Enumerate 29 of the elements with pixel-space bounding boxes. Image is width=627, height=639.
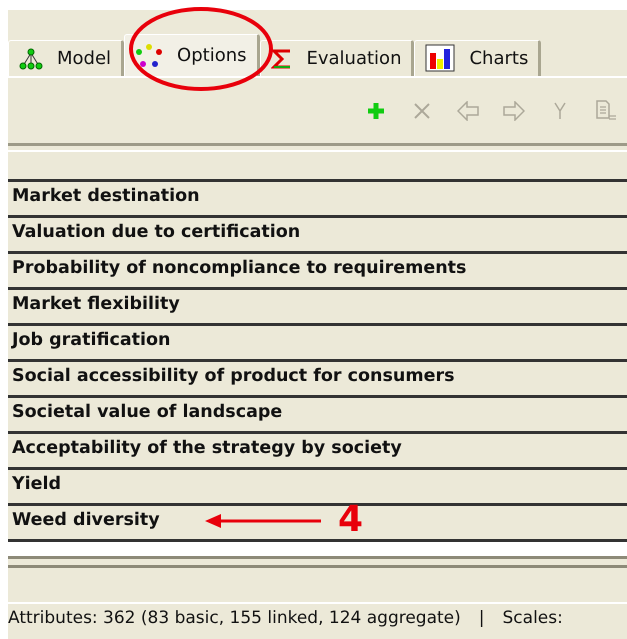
tab[interactable]: Charts (414, 40, 542, 76)
annotation-number: 4 (338, 502, 364, 538)
attribute-label[interactable]: Market flexibility (12, 294, 180, 314)
plus-icon (367, 102, 385, 120)
left-arrow-icon (457, 100, 479, 120)
document-icon (595, 100, 617, 122)
attribute-label[interactable]: Market destination (12, 186, 200, 206)
status-text: Attributes: 362 (83 basic, 155 linked, 124 aggregate) (8, 608, 461, 628)
status-separator: | (478, 608, 485, 628)
attribute-label[interactable]: Acceptability of the strategy by society (12, 438, 402, 458)
close-icon (413, 102, 431, 120)
attribute-label[interactable]: Social accessibility of product for consumers (12, 366, 455, 386)
tree-icon (19, 48, 43, 70)
bar-chart-icon (425, 44, 456, 74)
status-text: Scales: (502, 608, 563, 628)
tab[interactable]: Evaluation (260, 40, 414, 76)
tab[interactable]: Model (8, 40, 124, 76)
dots-icon (135, 44, 164, 68)
tab[interactable]: Options (124, 34, 260, 76)
attribute-label[interactable]: Societal value of landscape (12, 402, 282, 422)
right-arrow-icon (503, 100, 525, 120)
attribute-label[interactable]: Weed diversity (12, 510, 160, 530)
attribute-label[interactable]: Probability of noncompliance to requirements (12, 258, 466, 278)
attribute-label[interactable]: Valuation due to certification (12, 222, 300, 242)
fork-icon (554, 102, 566, 120)
sigma-icon (270, 48, 292, 70)
attribute-label[interactable]: Job gratification (12, 330, 170, 350)
splitter[interactable] (8, 556, 627, 568)
attribute-label[interactable]: Yield (12, 474, 62, 494)
